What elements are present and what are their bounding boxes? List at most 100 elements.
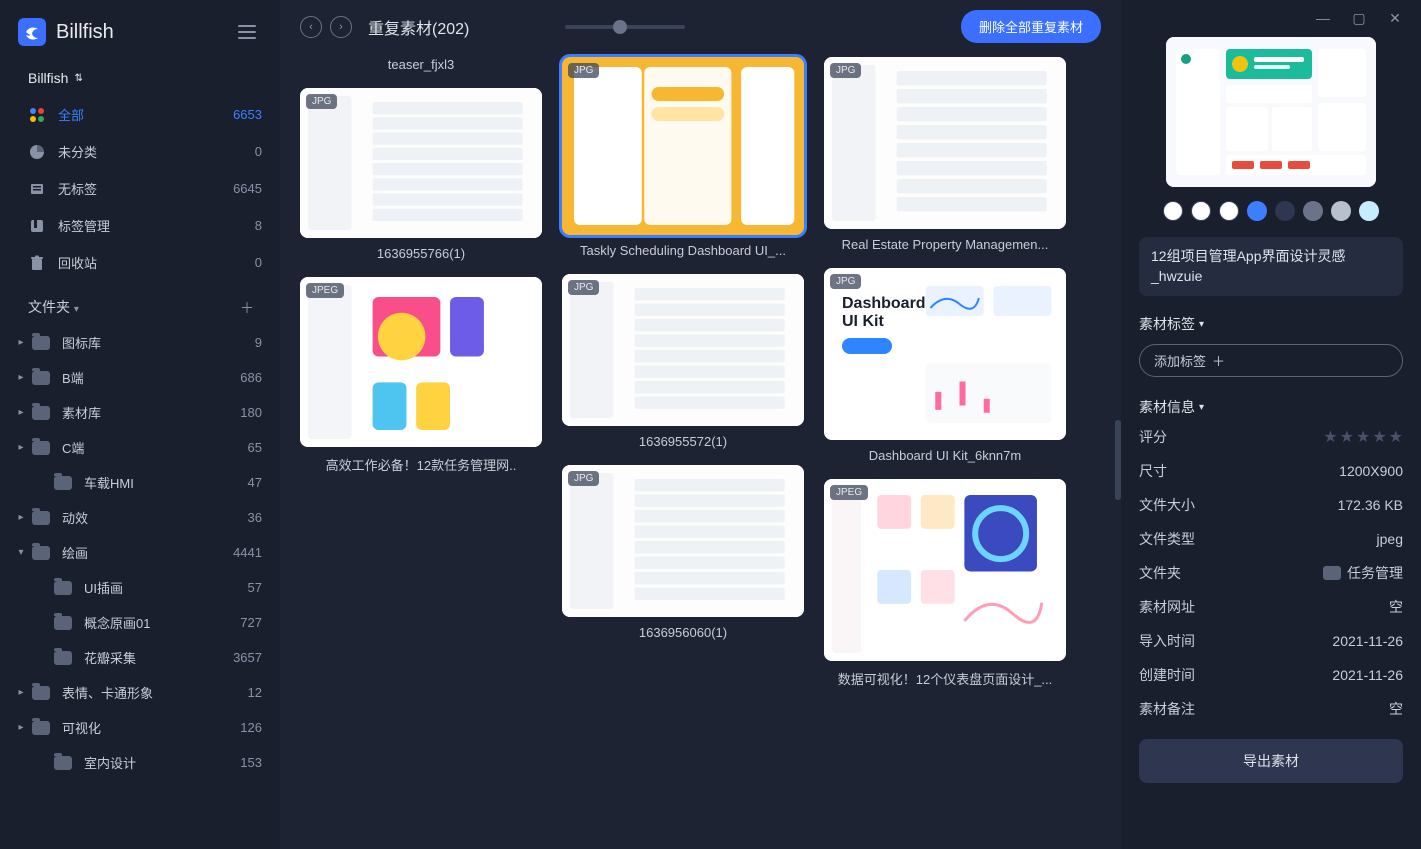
thumbnail[interactable]: JPEG	[300, 277, 542, 447]
folder-icon	[32, 371, 50, 385]
minimize-icon[interactable]: —	[1315, 10, 1331, 27]
asset-caption: 1636956060(1)	[562, 625, 804, 640]
asset-card[interactable]: JPG 1636956060(1)	[562, 465, 804, 640]
asset-caption: 1636955572(1)	[562, 434, 804, 449]
asset-card[interactable]: JPG1636955766(1)	[300, 88, 542, 261]
add-folder-icon[interactable]: ＋	[240, 298, 258, 316]
category-bookmark[interactable]: 标签管理8	[0, 207, 280, 244]
app-name: Billfish	[56, 21, 114, 44]
folder-label: UI插画	[84, 578, 123, 597]
folder-item[interactable]: ▸表情、卡通形象12	[0, 675, 280, 710]
thumbnail[interactable]: JPG	[562, 465, 804, 617]
info-note: 素材备注 空	[1139, 699, 1403, 719]
info-url: 素材网址 空	[1139, 597, 1403, 617]
asset-card[interactable]: JPGReal Estate Property Managemen...	[824, 57, 1066, 252]
star-icon[interactable]: ★	[1356, 427, 1370, 447]
folder-label: 表情、卡通形象	[62, 683, 153, 702]
caret-icon[interactable]: ▸	[16, 687, 26, 698]
folder-label: 花瓣采集	[84, 648, 136, 667]
asset-card[interactable]: JPGTaskly Scheduling Dashboard UI_...	[562, 57, 804, 258]
thumbnail[interactable]: JPG	[562, 57, 804, 235]
star-icon[interactable]: ★	[1389, 427, 1403, 447]
thumbnail[interactable]: JPG	[562, 274, 804, 426]
caret-icon[interactable]: ▸	[16, 442, 26, 453]
forward-button[interactable]: ›	[330, 16, 352, 38]
folder-item[interactable]: ▾绘画4441	[0, 535, 280, 570]
library-selector[interactable]: Billfish ⇅	[0, 64, 280, 96]
back-button[interactable]: ‹	[300, 16, 322, 38]
export-button[interactable]: 导出素材	[1139, 739, 1403, 783]
folder-item[interactable]: ▸可视化126	[0, 710, 280, 745]
asset-card[interactable]: JPEG高效工作必备！12款任务管理网..	[300, 277, 542, 474]
folder-list: ▸图标库9▸B端686▸素材库180▸C端65车载HMI47▸动效36▾绘画44…	[0, 325, 280, 780]
folder-item[interactable]: 室内设计153	[0, 745, 280, 780]
color-swatch[interactable]	[1359, 201, 1379, 221]
format-badge: JPG	[568, 63, 599, 78]
thumbnail[interactable]: JPEG	[824, 479, 1066, 661]
folder-item[interactable]: 概念原画01727	[0, 605, 280, 640]
category-trash[interactable]: 回收站0	[0, 244, 280, 281]
menu-icon[interactable]	[238, 20, 262, 44]
category-label: 全部	[58, 105, 84, 124]
caret-icon[interactable]: ▸	[16, 337, 26, 348]
folder-item[interactable]: ▸素材库180	[0, 395, 280, 430]
asset-card[interactable]: JPG 1636955572(1)	[562, 274, 804, 449]
caret-icon[interactable]: ▾	[16, 547, 26, 558]
folder-chip[interactable]: 任务管理	[1323, 563, 1403, 583]
asset-card[interactable]: JPEG 数据可视化！12个仪表盘页面设计_...	[824, 479, 1066, 688]
folder-icon	[54, 581, 72, 595]
asset-card[interactable]: teaser_fjxl3	[300, 57, 542, 72]
thumbnail[interactable]: JPG	[824, 57, 1066, 229]
rating-stars[interactable]: ★ ★ ★ ★ ★	[1323, 427, 1403, 447]
folder-item[interactable]: UI插画57	[0, 570, 280, 605]
delete-all-duplicates-button[interactable]: 删除全部重复素材	[961, 10, 1101, 43]
caret-icon[interactable]: ▸	[16, 512, 26, 523]
info-dimensions: 尺寸 1200X900	[1139, 461, 1403, 481]
color-swatch[interactable]	[1275, 201, 1295, 221]
color-swatch[interactable]	[1191, 201, 1211, 221]
star-icon[interactable]: ★	[1340, 427, 1354, 447]
asset-card[interactable]: JPGDashboardUI KitDashboard UI Kit_6knn7…	[824, 268, 1066, 463]
color-swatch[interactable]	[1303, 201, 1323, 221]
folder-item[interactable]: 车载HMI47	[0, 465, 280, 500]
thumbnail[interactable]: JPG	[300, 88, 542, 238]
thumbnail-size-slider[interactable]	[565, 25, 685, 29]
folder-icon	[54, 651, 72, 665]
folder-label: 概念原画01	[84, 613, 150, 632]
asset-preview[interactable]	[1166, 37, 1376, 187]
color-swatch[interactable]	[1331, 201, 1351, 221]
color-swatch[interactable]	[1247, 201, 1267, 221]
star-icon[interactable]: ★	[1372, 427, 1386, 447]
folder-item[interactable]: 花瓣采集3657	[0, 640, 280, 675]
info-import-time: 导入时间 2021-11-26	[1139, 631, 1403, 651]
scrollbar-thumb[interactable]	[1115, 420, 1121, 500]
category-tag[interactable]: 无标签6645	[0, 170, 280, 207]
folder-item[interactable]: ▸动效36	[0, 500, 280, 535]
maximize-icon[interactable]: ▢	[1351, 10, 1367, 27]
app-logo[interactable]: Billfish	[18, 18, 114, 46]
folder-item[interactable]: ▸图标库9	[0, 325, 280, 360]
category-label: 标签管理	[58, 216, 110, 235]
folder-item[interactable]: ▸C端65	[0, 430, 280, 465]
folder-label: B端	[62, 368, 84, 387]
asset-caption: 数据可视化！12个仪表盘页面设计_...	[824, 669, 1066, 688]
info-section-label: 素材信息 ▾	[1139, 397, 1403, 417]
thumbnail[interactable]: JPGDashboardUI Kit	[824, 268, 1066, 440]
star-icon[interactable]: ★	[1323, 427, 1337, 447]
logo-icon	[18, 18, 46, 46]
category-all[interactable]: 全部6653	[0, 96, 280, 133]
folder-item[interactable]: ▸B端686	[0, 360, 280, 395]
format-badge: JPEG	[830, 485, 868, 500]
gallery-column: teaser_fjxl3 JPG1636955766(1)JPEG高效工作必备！1…	[300, 57, 542, 829]
category-pie[interactable]: 未分类0	[0, 133, 280, 170]
caret-icon[interactable]: ▸	[16, 372, 26, 383]
slider-thumb[interactable]	[613, 20, 627, 34]
color-swatch[interactable]	[1163, 201, 1183, 221]
close-icon[interactable]: ✕	[1387, 10, 1403, 27]
color-swatch[interactable]	[1219, 201, 1239, 221]
asset-name-field[interactable]: 12组项目管理App界面设计灵感_hwzuie	[1139, 237, 1403, 296]
add-tag-button[interactable]: 添加标签 ＋	[1139, 344, 1403, 377]
caret-icon[interactable]: ▸	[16, 407, 26, 418]
trash-icon	[28, 254, 46, 272]
caret-icon[interactable]: ▸	[16, 722, 26, 733]
